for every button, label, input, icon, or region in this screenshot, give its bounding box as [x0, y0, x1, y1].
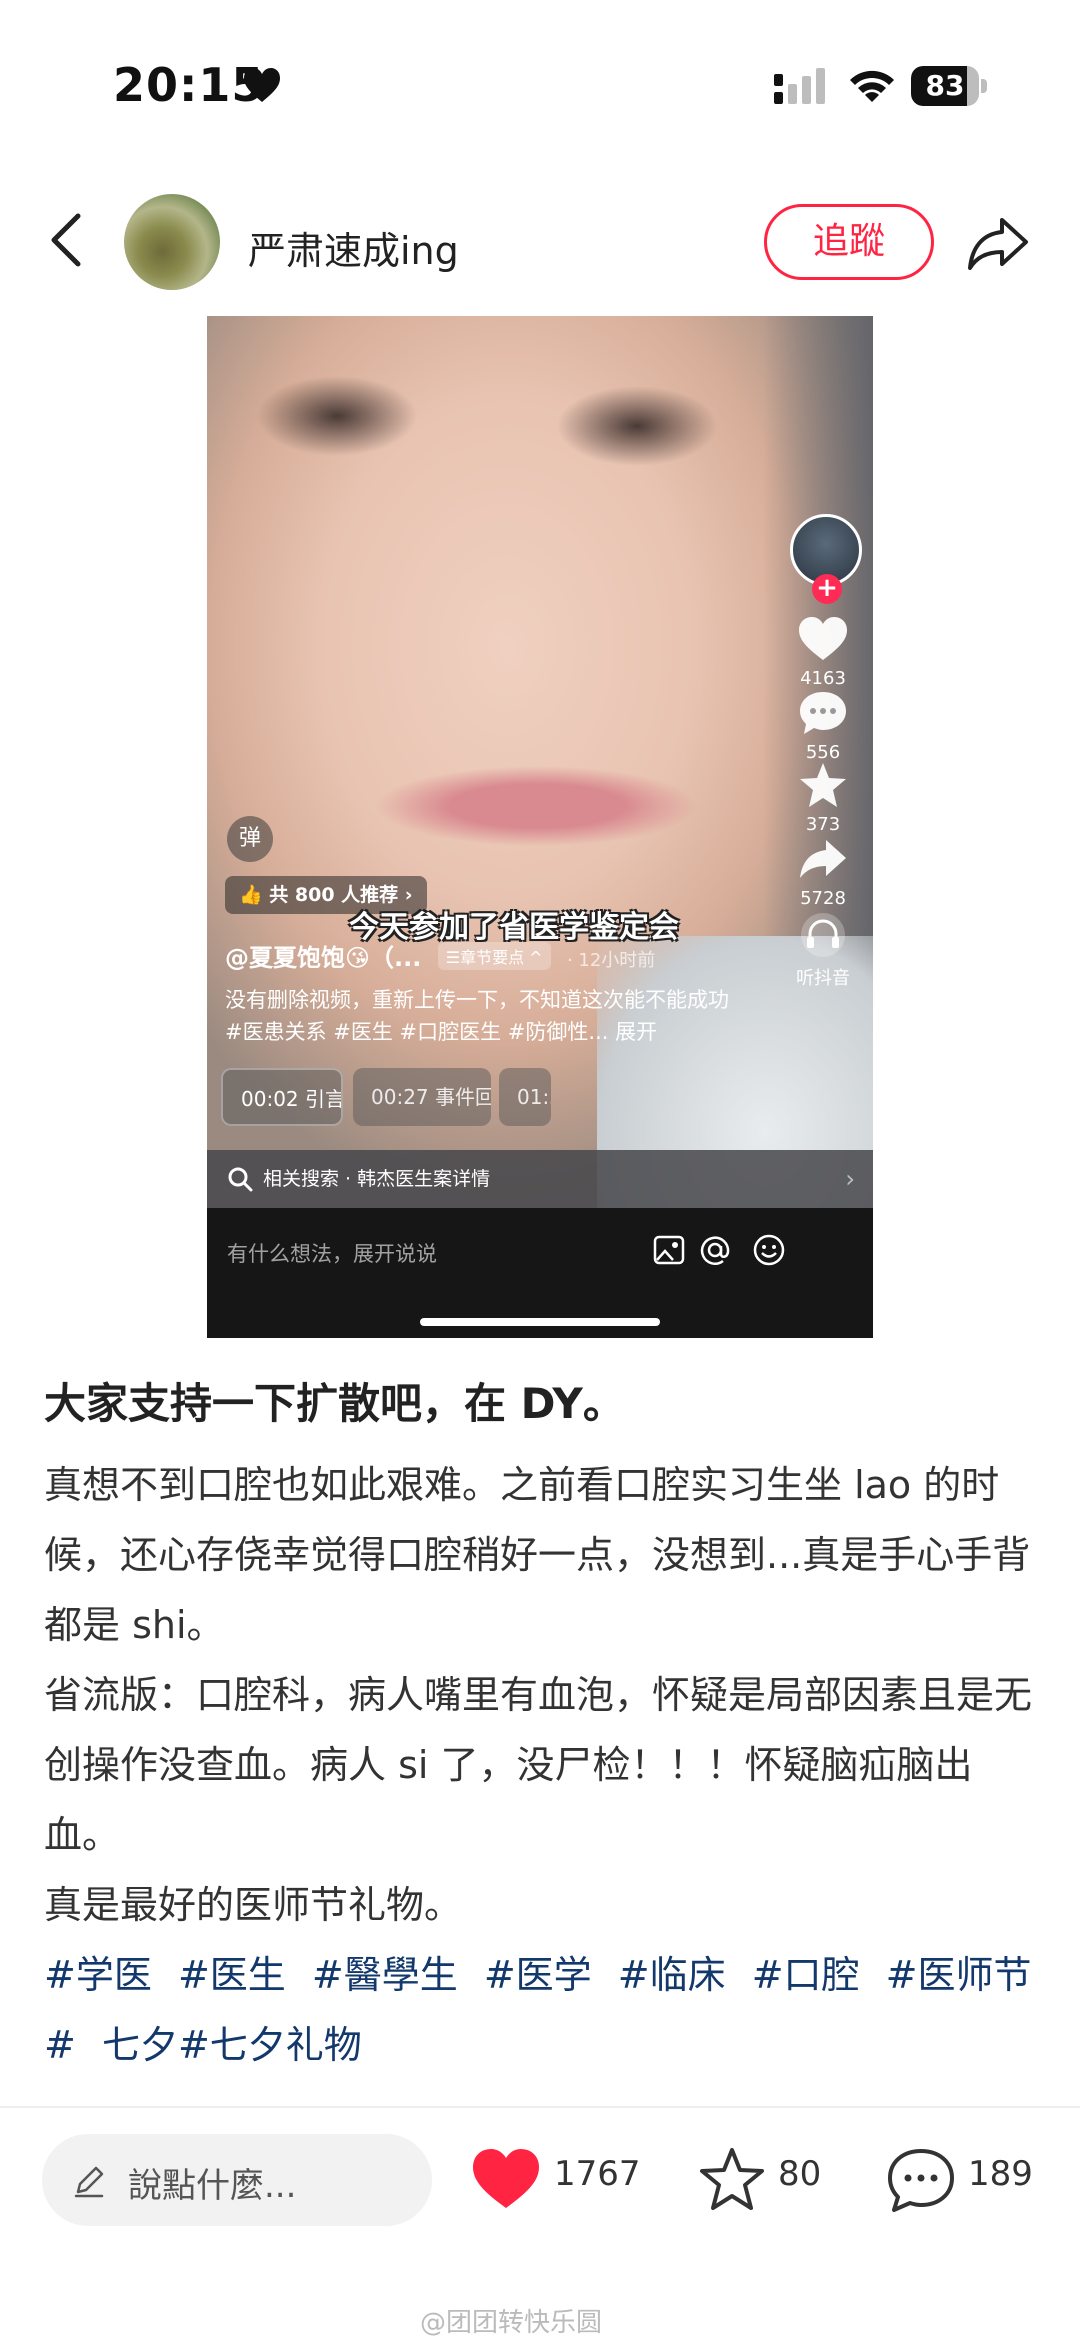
bottom-action-bar: 說點什麼... 1767 80 189	[0, 2110, 1080, 2250]
like-count: 1767	[554, 2154, 641, 2194]
video-time-ago: · 12小时前	[566, 950, 656, 971]
video-description[interactable]: 没有删除视频，重新上传一下，不知道这次能不能成功#医患关系 #医生 #口腔医生 …	[225, 984, 745, 1048]
post-paragraph: 省流版：口腔科，病人嘴里有血泡，怀疑是局部因素且是无创操作没查血。病人 si 了…	[44, 1673, 1033, 1857]
like-heart-icon[interactable]	[470, 2146, 542, 2212]
share-arrow-icon	[800, 840, 846, 878]
related-search-bar[interactable]: 相关搜索 · 韩杰医生案详情 ›	[207, 1150, 873, 1208]
video-author-handle[interactable]: @夏夏饱饱😘（...	[225, 944, 421, 972]
comment-input[interactable]: 說點什麼...	[42, 2134, 432, 2226]
danmu-toggle[interactable]: 弹	[227, 816, 273, 862]
listen-label: 听抖音	[796, 968, 850, 989]
author-username[interactable]: 严肃速成ing	[248, 220, 459, 275]
chapter-chip[interactable]: 01:3	[499, 1068, 551, 1126]
heart-icon	[799, 617, 847, 660]
pencil-icon	[74, 2166, 104, 2198]
watermark: @团团转快乐圆	[420, 2308, 603, 2338]
heart-icon	[244, 68, 280, 102]
like-action[interactable]: 4163	[773, 614, 873, 689]
comment-action[interactable]: 556	[773, 688, 873, 763]
author-avatar[interactable]	[124, 194, 220, 290]
share-action[interactable]: 5728	[773, 834, 873, 909]
collect-star-icon[interactable]	[696, 2146, 768, 2214]
back-arrow-icon[interactable]	[44, 210, 88, 270]
chapter-badge[interactable]: ☰章节要点 ^	[437, 942, 551, 970]
post-header: 严肃速成ing 追蹤	[0, 180, 1080, 300]
hashtag[interactable]: #医学	[484, 1953, 592, 1997]
video-comment-bar[interactable]: 有什么想法，展开说说	[207, 1208, 873, 1338]
battery-percent: 83	[925, 69, 965, 102]
home-indicator	[420, 1318, 660, 1326]
comment-count: 189	[968, 2154, 1033, 2194]
video-share-count: 5728	[800, 888, 846, 909]
post-title: 大家支持一下扩散吧，在 DY。	[44, 1379, 625, 1428]
post-paragraph: 真是最好的医师节礼物。	[44, 1883, 463, 1927]
wifi-icon	[850, 70, 894, 102]
mention-icon[interactable]	[697, 1232, 733, 1268]
follow-plus-icon[interactable]: +	[812, 574, 842, 604]
cellular-signal-icon	[774, 68, 825, 104]
video-comment-input[interactable]: 有什么想法，展开说说	[227, 1238, 437, 1268]
post-tags: #学医 #医生 #醫學生 #医学 #临床 #口腔 #医师节# 七夕#七夕礼物	[44, 1940, 1044, 2080]
hashtag[interactable]: #口腔	[752, 1953, 860, 1997]
post-paragraph: 真想不到口腔也如此艰难。之前看口腔实习生坐 lao 的时候，还心存侥幸觉得口腔稍…	[44, 1463, 1031, 1647]
video-like-count: 4163	[800, 668, 846, 689]
hashtag[interactable]: #学医	[44, 1953, 152, 1997]
post-image[interactable]: + 4163 556 373 5728 听抖音 弹 👍 共 800 人推荐 › …	[207, 316, 873, 1338]
search-icon	[228, 1167, 253, 1192]
share-icon[interactable]	[966, 214, 1030, 272]
follow-button[interactable]: 追蹤	[764, 204, 934, 280]
image-icon[interactable]	[651, 1232, 687, 1268]
divider	[0, 2106, 1080, 2108]
related-search-text: 相关搜索 · 韩杰医生案详情	[263, 1168, 491, 1190]
collect-count: 80	[778, 2154, 822, 2194]
chevron-right-icon: ›	[845, 1165, 855, 1193]
chapter-chip[interactable]: 00:02 引言	[221, 1068, 343, 1126]
video-player[interactable]: + 4163 556 373 5728 听抖音 弹 👍 共 800 人推荐 › …	[207, 316, 873, 1216]
hashtag[interactable]: #醫學生	[312, 1953, 458, 1997]
video-favorite-count: 373	[805, 814, 841, 835]
comment-bubble-icon	[800, 692, 846, 734]
star-icon	[800, 763, 846, 807]
hashtag[interactable]: 七夕#七夕礼物	[102, 2023, 362, 2067]
thumbs-up-icon: 👍	[239, 884, 270, 906]
comment-bubble-icon[interactable]	[886, 2146, 956, 2214]
hashtag[interactable]: #医生	[178, 1953, 286, 1997]
hashtag[interactable]: #临床	[618, 1953, 726, 1997]
battery-indicator: 83	[911, 66, 987, 106]
chapter-chip[interactable]: 00:27 事件回顾	[353, 1068, 491, 1126]
emoji-icon[interactable]	[751, 1232, 787, 1268]
listen-action[interactable]: 听抖音	[773, 910, 873, 990]
comment-input-placeholder: 說點什麼...	[128, 2166, 297, 2206]
headphones-icon	[801, 913, 845, 957]
video-author-line: @夏夏饱饱😘（... ☰章节要点 ^ · 12小时前	[225, 938, 655, 973]
favorite-action[interactable]: 373	[773, 760, 873, 835]
status-bar: 20:15 83	[0, 0, 1080, 170]
post-body: 真想不到口腔也如此艰难。之前看口腔实习生坐 lao 的时候，还心存侥幸觉得口腔稍…	[44, 1450, 1044, 2080]
